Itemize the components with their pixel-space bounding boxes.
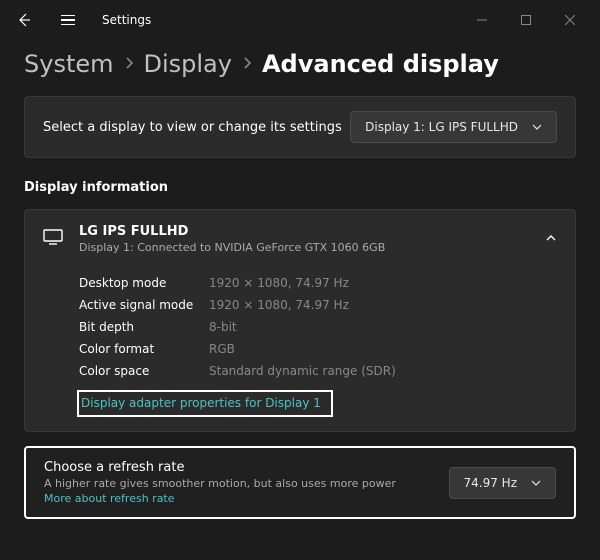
back-button[interactable] xyxy=(8,4,40,36)
info-label: Color space xyxy=(79,364,209,378)
section-display-information: Display information xyxy=(24,180,576,195)
chevron-up-icon xyxy=(545,232,557,247)
minimize-button[interactable] xyxy=(460,4,504,36)
info-label: Bit depth xyxy=(79,320,209,334)
select-display-panel: Select a display to view or change its s… xyxy=(24,96,576,158)
monitor-icon xyxy=(43,229,63,249)
breadcrumb-system[interactable]: System xyxy=(24,50,114,78)
display-info-card: LG IPS FULLHD Display 1: Connected to NV… xyxy=(24,209,576,432)
display-info-header[interactable]: LG IPS FULLHD Display 1: Connected to NV… xyxy=(25,210,575,268)
info-row-active-signal: Active signal mode 1920 × 1080, 74.97 Hz xyxy=(79,294,557,316)
chevron-right-icon xyxy=(124,55,134,74)
refresh-rate-title: Choose a refresh rate xyxy=(44,460,433,475)
breadcrumb-current: Advanced display xyxy=(262,50,499,78)
menu-icon[interactable] xyxy=(52,4,84,36)
breadcrumb-display[interactable]: Display xyxy=(144,50,232,78)
info-row-desktop-mode: Desktop mode 1920 × 1080, 74.97 Hz xyxy=(79,272,557,294)
refresh-rate-value: 74.97 Hz xyxy=(464,476,518,490)
breadcrumb: System Display Advanced display xyxy=(0,40,600,96)
info-label: Desktop mode xyxy=(79,276,209,290)
display-adapter-properties-link[interactable]: Display adapter properties for Display 1 xyxy=(81,396,321,410)
refresh-rate-card: Choose a refresh rate A higher rate give… xyxy=(24,446,576,519)
chevron-right-icon xyxy=(242,55,252,74)
info-row-color-format: Color format RGB xyxy=(79,338,557,360)
info-label: Active signal mode xyxy=(79,298,209,312)
info-value: 1920 × 1080, 74.97 Hz xyxy=(209,276,349,290)
select-display-label: Select a display to view or change its s… xyxy=(43,120,342,135)
info-row-bit-depth: Bit depth 8-bit xyxy=(79,316,557,338)
info-value: Standard dynamic range (SDR) xyxy=(209,364,396,378)
maximize-button[interactable] xyxy=(504,4,548,36)
display-selector-dropdown[interactable]: Display 1: LG IPS FULLHD xyxy=(350,111,557,143)
info-value: RGB xyxy=(209,342,235,356)
info-label: Color format xyxy=(79,342,209,356)
refresh-rate-more-link[interactable]: More about refresh rate xyxy=(44,492,433,505)
info-value: 8-bit xyxy=(209,320,237,334)
refresh-rate-description: A higher rate gives smoother motion, but… xyxy=(44,477,433,490)
chevron-down-icon xyxy=(532,123,542,131)
display-name: LG IPS FULLHD xyxy=(79,224,529,239)
chevron-down-icon xyxy=(531,479,541,487)
info-value: 1920 × 1080, 74.97 Hz xyxy=(209,298,349,312)
close-button[interactable] xyxy=(548,4,592,36)
window-title: Settings xyxy=(102,13,151,27)
display-selector-value: Display 1: LG IPS FULLHD xyxy=(365,120,518,134)
refresh-rate-dropdown[interactable]: 74.97 Hz xyxy=(449,467,557,499)
display-connection: Display 1: Connected to NVIDIA GeForce G… xyxy=(79,241,529,254)
info-row-color-space: Color space Standard dynamic range (SDR) xyxy=(79,360,557,382)
display-info-details: Desktop mode 1920 × 1080, 74.97 Hz Activ… xyxy=(25,268,575,431)
